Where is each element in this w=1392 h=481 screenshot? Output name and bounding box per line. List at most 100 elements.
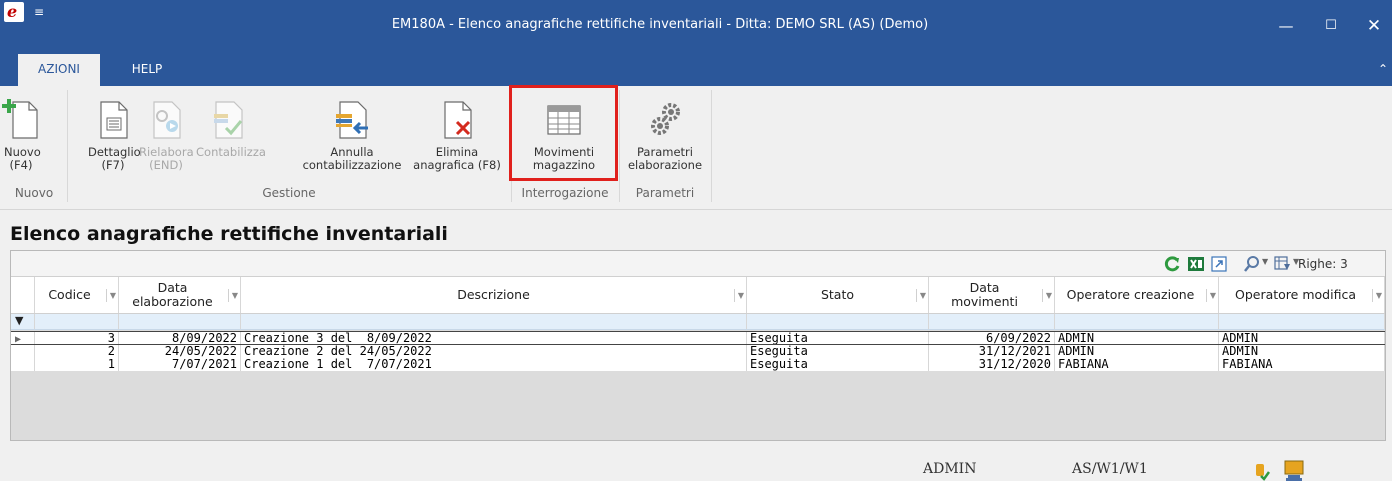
computer-icon (1284, 460, 1304, 481)
reprocess-icon (153, 101, 181, 139)
annulla-contabilizzazione-button[interactable]: Annulla contabilizzazione (297, 90, 407, 178)
cell-operatore-creazione[interactable]: ADMIN (1055, 332, 1219, 344)
close-button[interactable]: ✕ (1362, 14, 1386, 38)
grid-toolbar: ▼ ▼ Righe: 3 (11, 251, 1385, 277)
delete-document-icon (444, 101, 472, 139)
cell-operatore-creazione[interactable]: FABIANA (1055, 358, 1219, 371)
cell-descrizione[interactable]: Creazione 1 del 7/07/2021 (241, 358, 747, 371)
filter-cell[interactable] (1219, 314, 1385, 329)
row-selector[interactable] (11, 345, 35, 358)
filter-cell[interactable] (747, 314, 929, 329)
parametri-elaborazione-button[interactable]: Parametri elaborazione (622, 90, 708, 178)
filter-funnel-icon[interactable]: ▼ (11, 314, 35, 329)
sort-chevron-icon[interactable]: ▼ (1205, 289, 1216, 302)
tab-help[interactable]: HELP (122, 54, 172, 86)
column-header-codice[interactable]: Codice ▼ (35, 277, 119, 313)
title-bar: e ≡ EM180A - Elenco anagrafiche rettific… (0, 0, 1392, 52)
cell-data-movimenti[interactable]: 31/12/2021 (929, 345, 1055, 358)
cell-data-movimenti[interactable]: 6/09/2022 (929, 332, 1055, 344)
cell-data-elaborazione[interactable]: 8/09/2022 (119, 332, 241, 344)
table-row[interactable]: 1 7/07/2021 Creazione 1 del 7/07/2021 Es… (11, 358, 1385, 371)
table-row[interactable]: 2 24/05/2022 Creazione 2 del 24/05/2022 … (11, 345, 1385, 358)
table-row[interactable]: ▶ 3 8/09/2022 Creazione 3 del 8/09/2022 … (11, 331, 1385, 345)
filter-cell[interactable] (35, 314, 119, 329)
cell-operatore-modifica[interactable]: ADMIN (1219, 345, 1385, 358)
group-label-parametri: Parametri (635, 186, 695, 200)
ribbon: Nuovo (F4) Dettaglio (F7) Rielabora (END… (0, 86, 1392, 210)
application-window: e ≡ EM180A - Elenco anagrafiche rettific… (0, 0, 1392, 481)
cell-data-movimenti[interactable]: 31/12/2020 (929, 358, 1055, 371)
collapse-ribbon-icon[interactable]: ⌃ (1378, 62, 1388, 76)
status-user: ADMIN (923, 461, 977, 477)
sort-chevron-icon[interactable]: ▼ (227, 289, 238, 302)
elimina-shortcut: anagrafica (F8) (413, 158, 501, 172)
contabilizza-button[interactable]: Contabilizza (196, 90, 266, 178)
minimize-button[interactable]: — (1274, 14, 1298, 38)
row-selector[interactable] (11, 358, 35, 371)
cell-operatore-creazione[interactable]: ADMIN (1055, 345, 1219, 358)
rielabora-button[interactable]: Rielabora (END) (139, 90, 194, 178)
column-header-data-movimenti[interactable]: Data movimenti ▼ (929, 277, 1055, 313)
window-title: EM180A - Elenco anagrafiche rettifiche i… (391, 17, 929, 32)
tab-azioni[interactable]: AZIONI (18, 54, 100, 86)
cell-codice[interactable]: 3 (35, 332, 119, 344)
dettaglio-shortcut: (F7) (101, 158, 125, 172)
maximize-button[interactable]: ☐ (1319, 14, 1343, 38)
cell-descrizione[interactable]: Creazione 2 del 24/05/2022 (241, 345, 747, 358)
detail-document-icon (100, 101, 128, 139)
filter-cell[interactable] (929, 314, 1055, 329)
dettaglio-button[interactable]: Dettaglio (F7) (88, 90, 141, 178)
sort-chevron-icon[interactable]: ▼ (915, 289, 926, 302)
sort-chevron-icon[interactable]: ▼ (105, 289, 116, 302)
cancel-accounting-icon (336, 101, 368, 139)
filter-search-icon[interactable] (1243, 255, 1261, 273)
parametri-label-2: elaborazione (627, 158, 703, 172)
column-header-stato[interactable]: Stato ▼ (747, 277, 929, 313)
post-accounting-icon (214, 101, 243, 139)
column-header-data-elaborazione[interactable]: Data elaborazione ▼ (119, 277, 241, 313)
group-label-nuovo: Nuovo (14, 186, 54, 200)
annulla-label-2: contabilizzazione (302, 158, 402, 172)
filter-cell[interactable] (119, 314, 241, 329)
group-label-interrogazione: Interrogazione (521, 186, 609, 200)
contabilizza-label: Contabilizza (196, 145, 266, 159)
highlight-box (509, 85, 618, 181)
column-header-operatore-modifica[interactable]: Operatore modifica ▼ (1219, 277, 1385, 313)
new-document-icon (2, 99, 38, 139)
current-row-arrow-icon: ▶ (15, 334, 22, 344)
cell-stato[interactable]: Eseguita (747, 358, 929, 371)
cell-operatore-modifica[interactable]: ADMIN (1219, 332, 1385, 344)
filter-row[interactable]: ▼ (11, 314, 1385, 330)
cell-codice[interactable]: 2 (35, 345, 119, 358)
refresh-icon[interactable] (1163, 255, 1181, 273)
sort-chevron-icon[interactable]: ▼ (1371, 289, 1382, 302)
cell-stato[interactable]: Eseguita (747, 332, 929, 344)
group-separator (711, 90, 712, 202)
column-header-descrizione[interactable]: Descrizione ▼ (241, 277, 747, 313)
filter-cell[interactable] (241, 314, 747, 329)
header-indicator (11, 277, 35, 313)
cell-operatore-modifica[interactable]: FABIANA (1219, 358, 1385, 371)
row-count: Righe: 3 (1298, 257, 1348, 271)
filter-cell[interactable] (1055, 314, 1219, 329)
gears-icon (651, 103, 680, 135)
cell-data-elaborazione[interactable]: 7/07/2021 (119, 358, 241, 371)
chevron-down-icon[interactable]: ▼ (1262, 257, 1268, 266)
sort-chevron-icon[interactable]: ▼ (1041, 289, 1052, 302)
excel-export-icon[interactable] (1187, 255, 1205, 273)
cell-stato[interactable]: Eseguita (747, 345, 929, 358)
cell-codice[interactable]: 1 (35, 358, 119, 371)
cell-descrizione[interactable]: Creazione 3 del 8/09/2022 (241, 332, 747, 344)
row-selector[interactable]: ▶ (11, 332, 35, 344)
sort-chevron-icon[interactable]: ▼ (733, 289, 744, 302)
column-settings-icon[interactable] (1274, 255, 1292, 273)
nuovo-button[interactable]: Nuovo (F4) (2, 90, 41, 178)
data-grid: ▼ ▼ Righe: 3 Codice ▼ Data elaborazione ▼ D… (10, 250, 1386, 441)
database-ok-icon (1256, 464, 1270, 481)
status-location: AS/W1/W1 (1072, 461, 1148, 477)
column-header-operatore-creazione[interactable]: Operatore creazione ▼ (1055, 277, 1219, 313)
cell-data-elaborazione[interactable]: 24/05/2022 (119, 345, 241, 358)
elimina-anagrafica-button[interactable]: Elimina anagrafica (F8) (409, 90, 505, 178)
rielabora-shortcut: (END) (149, 158, 183, 172)
export-icon[interactable] (1210, 255, 1228, 273)
